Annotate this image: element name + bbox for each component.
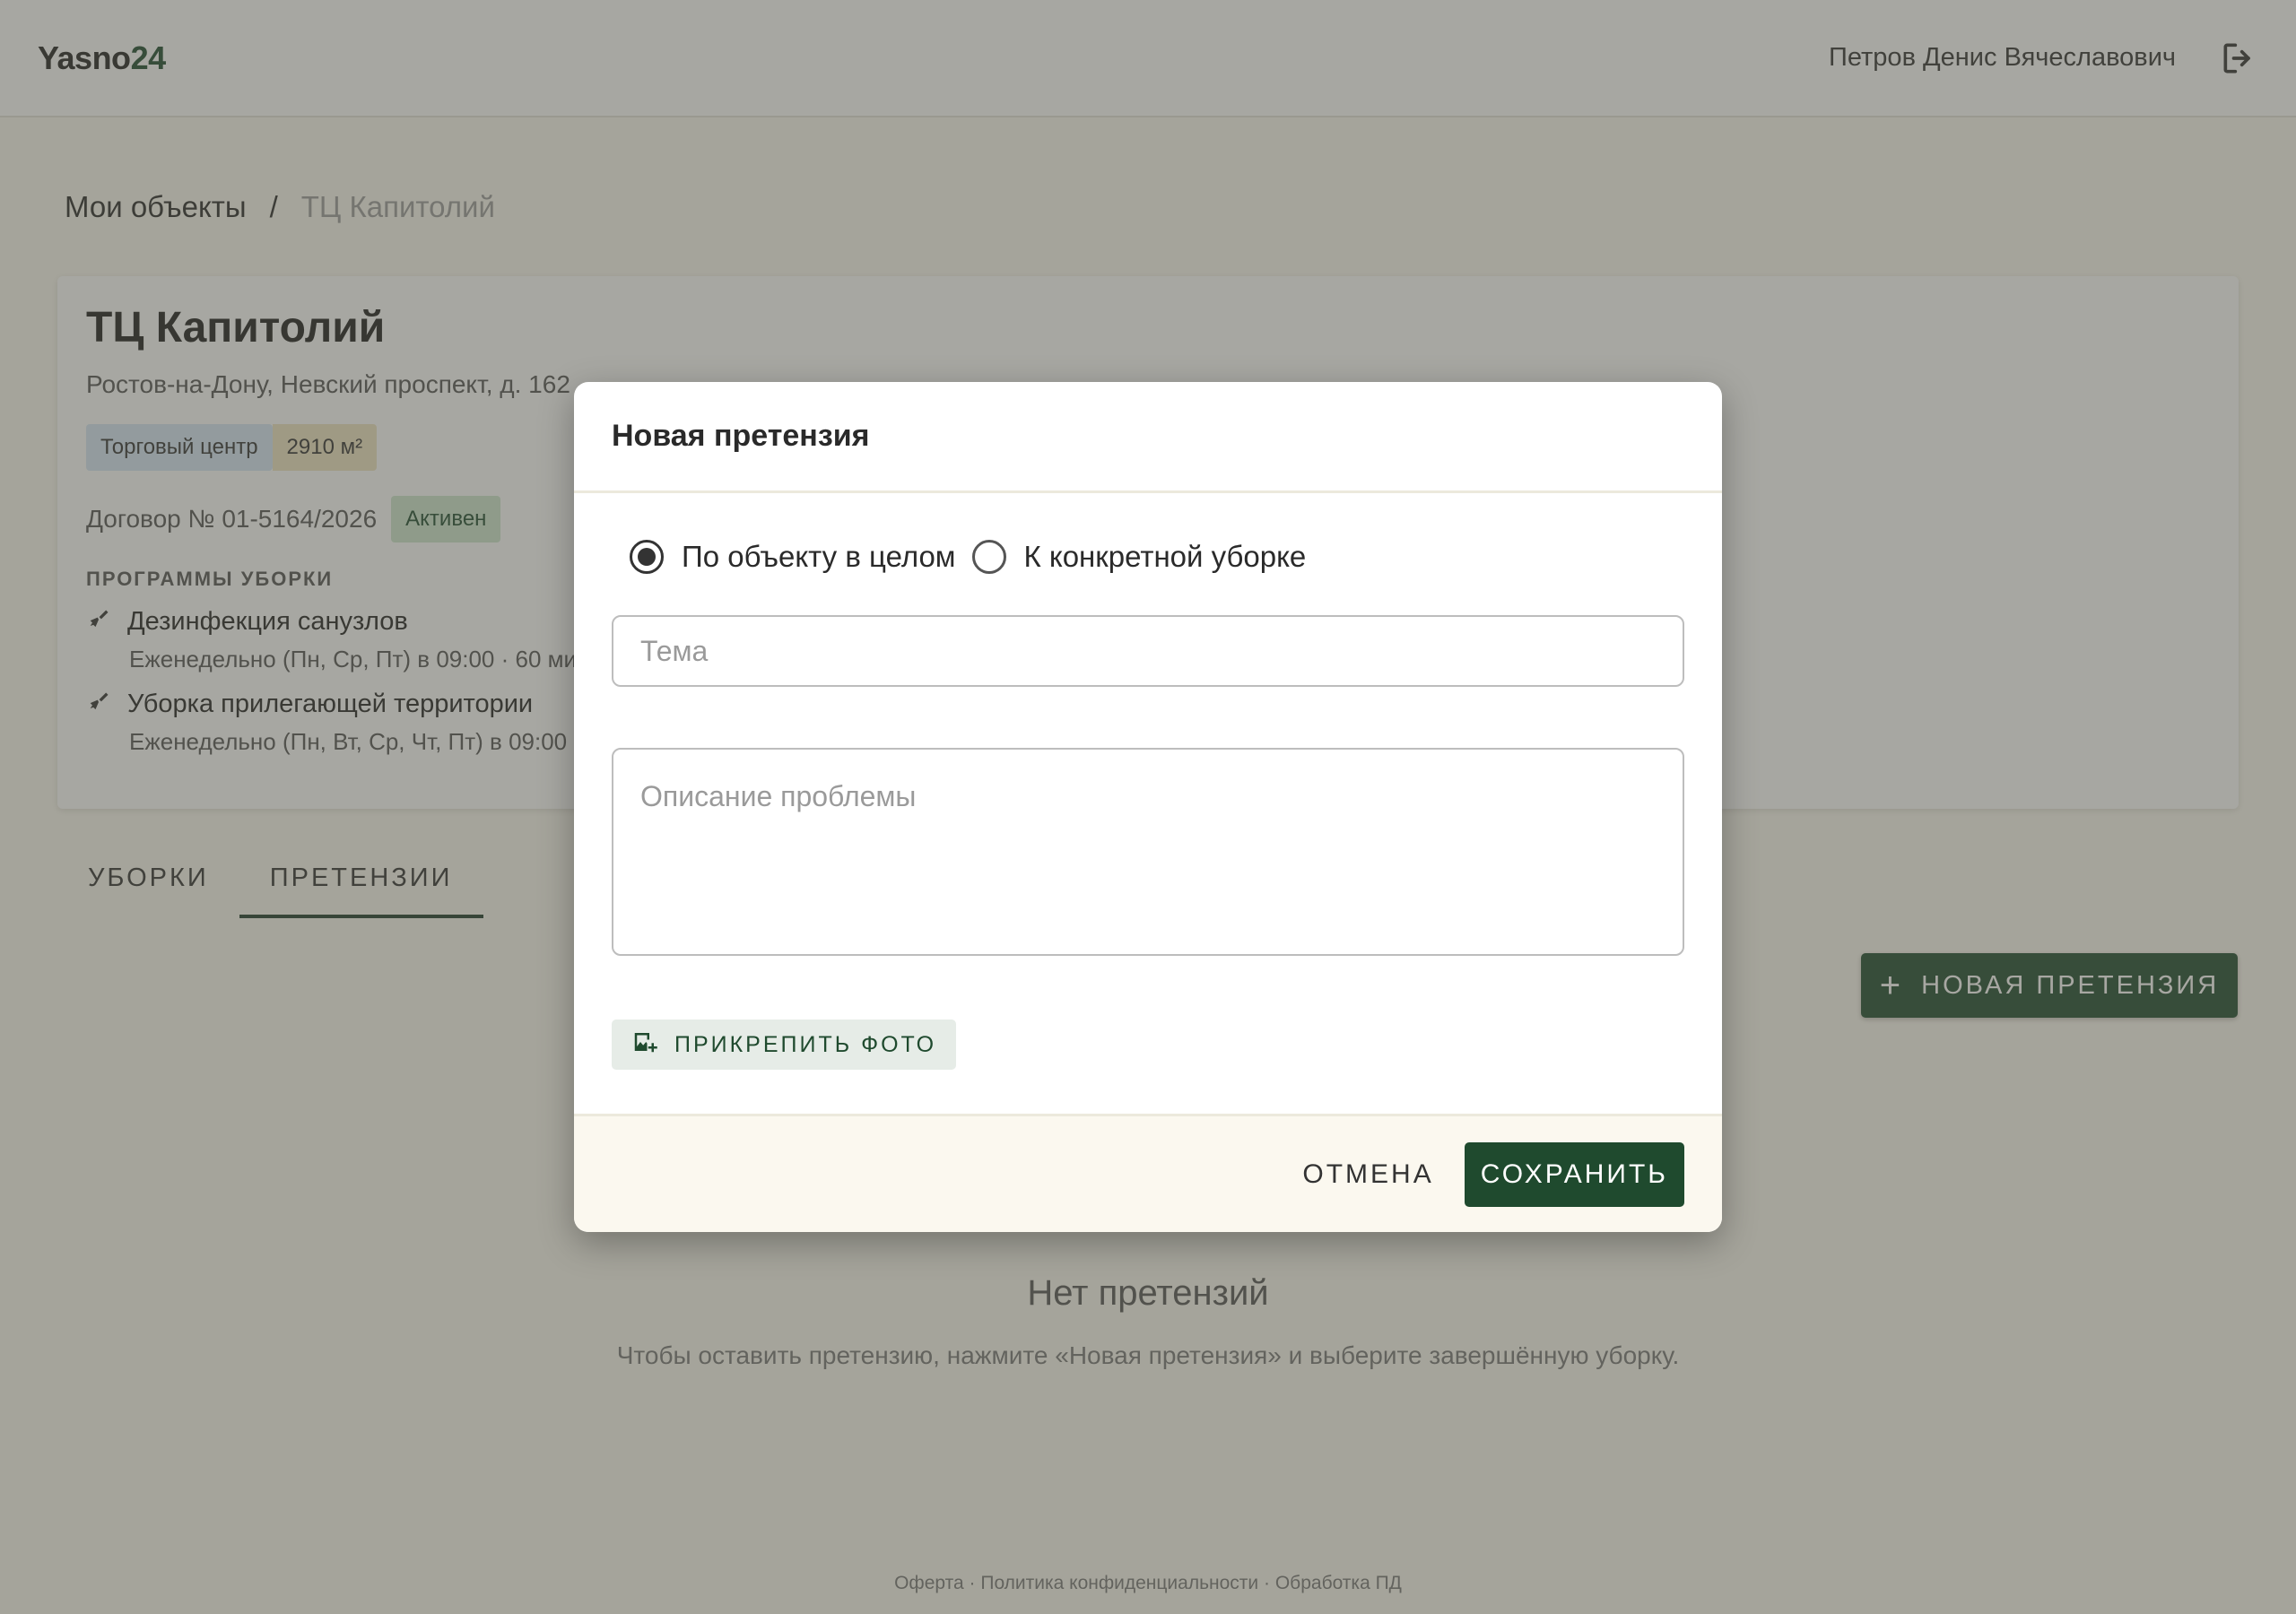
add-photo-icon xyxy=(631,1028,658,1062)
attach-photo-button[interactable]: ПРИКРЕПИТЬ ФОТО xyxy=(612,1020,957,1070)
radio-label[interactable]: По объекту в целом xyxy=(682,540,956,574)
claim-scope-radio-group: По объекту в целом К конкретной уборке xyxy=(612,540,1684,574)
radio-whole-object[interactable]: По объекту в целом xyxy=(630,540,956,574)
radio-label[interactable]: К конкретной уборке xyxy=(1024,540,1307,574)
save-button[interactable]: СОХРАНИТЬ xyxy=(1464,1141,1684,1207)
dialog-title: Новая претензия xyxy=(612,419,870,453)
radio-specific-cleaning[interactable]: К конкретной уборке xyxy=(971,540,1307,574)
dialog-footer: ОТМЕНА СОХРАНИТЬ xyxy=(574,1114,1722,1232)
radio-checked-icon[interactable] xyxy=(630,540,664,574)
topic-input[interactable] xyxy=(612,615,1684,687)
description-textarea[interactable] xyxy=(612,748,1684,956)
attach-photo-label: ПРИКРЕПИТЬ ФОТО xyxy=(674,1031,937,1057)
new-claim-dialog: Новая претензия По объекту в целом К кон… xyxy=(574,382,1722,1232)
app-root: Yasno24 Петров Денис Вячеславович Мои об… xyxy=(0,0,2296,1614)
cancel-button[interactable]: ОТМЕНА xyxy=(1302,1150,1433,1199)
dialog-header: Новая претензия xyxy=(574,382,1722,493)
dialog-body: По объекту в целом К конкретной уборке П… xyxy=(574,540,1722,1070)
radio-unchecked-icon[interactable] xyxy=(971,540,1006,574)
